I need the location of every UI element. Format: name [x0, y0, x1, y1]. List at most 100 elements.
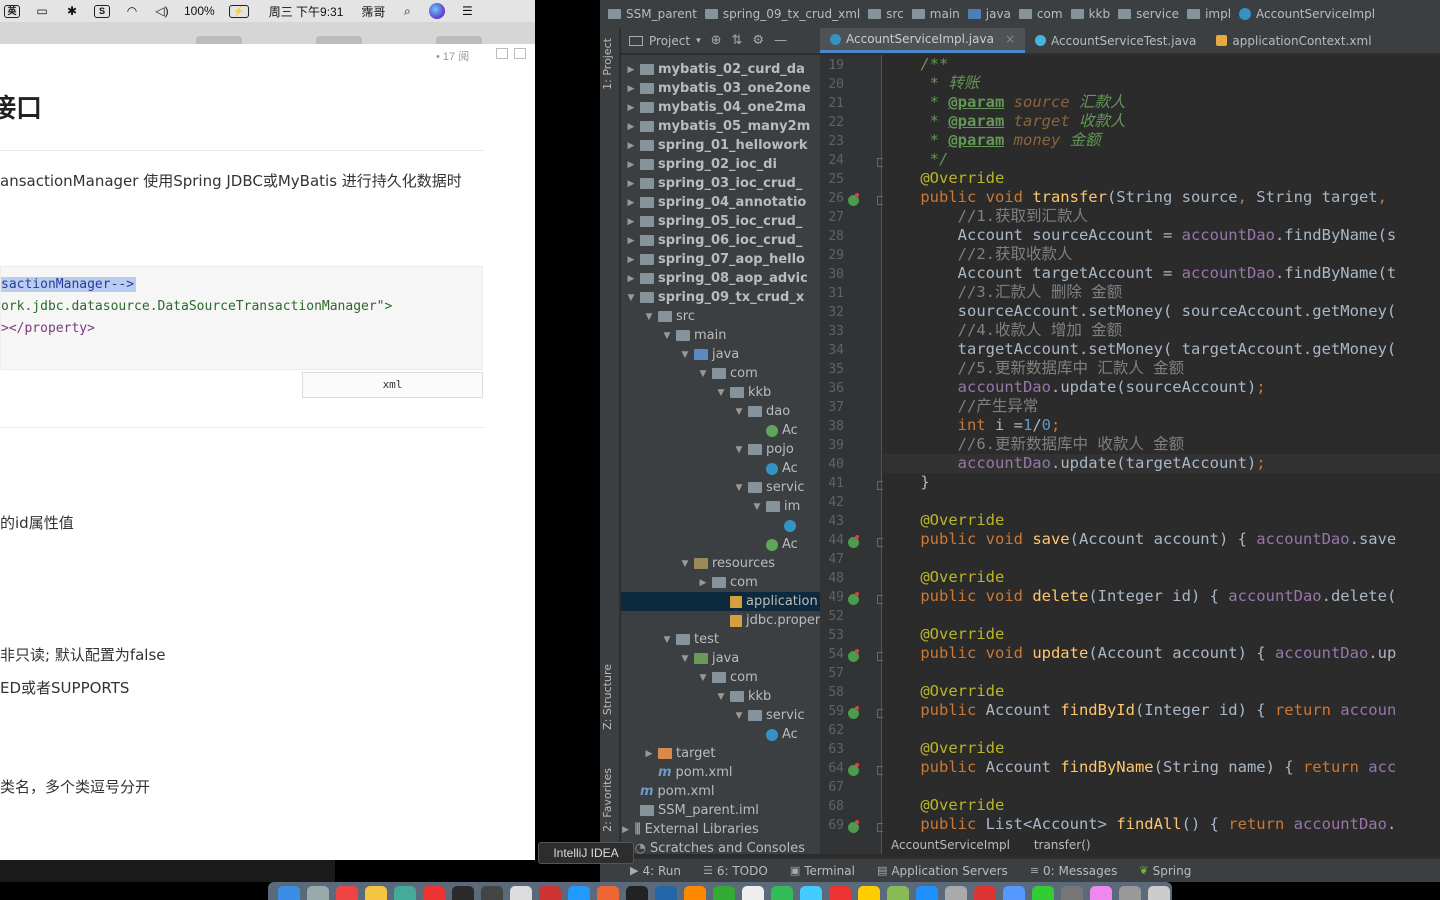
dock-app-icon[interactable] [597, 886, 619, 900]
messages-tool-button[interactable]: ≡ 0: Messages [1030, 864, 1118, 878]
tree-item[interactable]: ◔ Scratches and Consoles [621, 839, 805, 854]
tree-item[interactable]: ▼ pojo [733, 440, 794, 459]
chevron-down-icon[interactable]: ▼ [715, 388, 727, 398]
dock-app-icon[interactable] [974, 886, 996, 900]
dock-app-icon[interactable] [510, 886, 532, 900]
tree-item[interactable]: ▼ java [679, 345, 740, 364]
dock-app-icon[interactable] [1032, 886, 1054, 900]
tree-item[interactable]: Ac [751, 421, 798, 440]
code-editor[interactable]: /** * 转账 * @param source 汇款人 * @param ta… [883, 55, 1440, 838]
tab-applicationcontext[interactable]: applicationContext.xml [1206, 28, 1381, 53]
breadcrumb-item[interactable]: java [967, 7, 1011, 21]
tree-item[interactable]: ▼ test [661, 630, 719, 649]
tree-item[interactable]: ▼ com [697, 364, 758, 383]
chevron-down-icon[interactable]: ▼ [697, 369, 709, 379]
chevron-right-icon[interactable]: ▶ [625, 84, 637, 94]
tree-item[interactable]: ▶ mybatis_05_many2m [625, 117, 811, 136]
chevron-down-icon[interactable]: ▼ [751, 502, 763, 512]
chevron-right-icon[interactable]: ▶ [625, 217, 637, 227]
implements-method-icon[interactable] [848, 763, 859, 776]
implements-method-icon[interactable] [848, 592, 859, 605]
tree-item[interactable]: ▼ servic [733, 706, 805, 725]
battery-icon[interactable]: ⚡ [228, 4, 249, 18]
dock-app-icon[interactable] [307, 886, 329, 900]
bluetooth-icon[interactable]: ✱ [64, 4, 80, 18]
chevron-right-icon[interactable]: ▶ [621, 825, 632, 835]
tree-item[interactable]: ▶ spring_07_aop_hello [625, 250, 805, 269]
implements-method-icon[interactable] [848, 193, 859, 206]
dock-app-icon[interactable] [452, 886, 474, 900]
breadcrumb-item[interactable]: com [1018, 7, 1063, 21]
dock-app-icon[interactable] [365, 886, 387, 900]
list-icon[interactable]: ☰ [459, 4, 475, 18]
tree-item[interactable]: ▶ spring_05_ioc_crud_ [625, 212, 803, 231]
tab-accountservicetest[interactable]: AccountServiceTest.java [1025, 28, 1206, 53]
dock-app-icon[interactable] [713, 886, 735, 900]
tree-item[interactable]: m pom.xml [643, 763, 733, 782]
tree-item[interactable]: ▼ main [661, 326, 727, 345]
implements-method-icon[interactable] [848, 820, 859, 833]
structure-tool-button[interactable]: Z: Structure [601, 664, 614, 730]
tree-item[interactable]: ▶ target [643, 744, 716, 763]
chevron-down-icon[interactable]: ▼ [733, 445, 745, 455]
chevron-down-icon[interactable]: ▼ [733, 407, 745, 417]
tree-item[interactable]: ▼ java [679, 649, 740, 668]
dock-app-icon[interactable] [423, 886, 445, 900]
tree-item[interactable]: ▶ ⫼ External Libraries [621, 820, 759, 839]
spring-tool-button[interactable]: ❦ Spring [1139, 864, 1191, 878]
dock-app-icon[interactable] [568, 886, 590, 900]
dock-app-icon[interactable] [916, 886, 938, 900]
chevron-down-icon[interactable]: ▼ [661, 635, 673, 645]
chevron-down-icon[interactable]: ▼ [697, 673, 709, 683]
chevron-right-icon[interactable]: ▶ [625, 179, 637, 189]
chevron-down-icon[interactable]: ▼ [643, 312, 655, 322]
run-tool-button[interactable]: ▶ 4: Run [630, 864, 681, 878]
dock-app-icon[interactable] [684, 886, 706, 900]
tree-item[interactable]: ▼ src [643, 307, 695, 326]
breadcrumb-method[interactable]: transfer() [1034, 838, 1091, 852]
dock-app-icon[interactable] [771, 886, 793, 900]
implements-method-icon[interactable] [848, 706, 859, 719]
tree-item[interactable]: application [621, 592, 820, 611]
project-view-dropdown[interactable]: Project [649, 34, 690, 48]
tree-item[interactable]: Ac [751, 535, 798, 554]
dock-app-icon[interactable] [945, 886, 967, 900]
tree-item[interactable]: ▶ mybatis_02_curd_da [625, 60, 805, 79]
tree-item[interactable]: SSM_parent.iml [625, 801, 759, 820]
breadcrumb-item[interactable]: SSM_parent [608, 7, 697, 21]
screen-icon[interactable]: ▭ [34, 4, 50, 18]
todo-tool-button[interactable]: ☰ 6: TODO [703, 864, 768, 878]
search-icon[interactable]: ⌕ [399, 4, 415, 18]
collapse-icon[interactable]: ⇅ [732, 33, 743, 48]
dock-app-icon[interactable] [1090, 886, 1112, 900]
chevron-down-icon[interactable]: ▼ [625, 293, 637, 303]
user-name[interactable]: 霈哥 [361, 3, 385, 20]
chevron-right-icon[interactable]: ▶ [625, 236, 637, 246]
breadcrumb-item[interactable]: service [1118, 7, 1179, 21]
chevron-right-icon[interactable]: ▶ [625, 103, 637, 113]
favorites-tool-button[interactable]: 2: Favorites [601, 768, 614, 832]
tree-item[interactable]: ▶ spring_03_ioc_crud_ [625, 174, 803, 193]
chevron-down-icon[interactable]: ▼ [715, 692, 727, 702]
tree-item[interactable] [769, 516, 800, 535]
layout-list-icon[interactable] [496, 48, 508, 59]
tree-item[interactable]: ▼ servic [733, 478, 805, 497]
chevron-down-icon[interactable]: ▾ [696, 36, 701, 46]
tree-item[interactable]: ▼ kkb [715, 687, 772, 706]
dock-app-icon[interactable] [481, 886, 503, 900]
chevron-down-icon[interactable]: ▼ [733, 483, 745, 493]
project-tool-button[interactable]: 1: Project [601, 38, 614, 90]
breadcrumb-item[interactable]: AccountServiceImpl [1239, 7, 1375, 21]
tree-item[interactable]: ▶ spring_08_aop_advic [625, 269, 808, 288]
dock-app-icon[interactable] [1003, 886, 1025, 900]
chevron-right-icon[interactable]: ▶ [625, 160, 637, 170]
tree-item[interactable]: jdbc.proper [715, 611, 820, 630]
layout-split-icon[interactable] [514, 48, 526, 59]
chinese-input-icon[interactable]: 英 [4, 4, 20, 18]
dock-app-icon[interactable] [1119, 886, 1141, 900]
dock-app-icon[interactable] [394, 886, 416, 900]
tree-item[interactable]: ▼ im [751, 497, 801, 516]
tab-accountserviceimpl[interactable]: AccountServiceImpl.java × [820, 28, 1025, 53]
chevron-down-icon[interactable]: ▼ [733, 711, 745, 721]
chevron-down-icon[interactable]: ▼ [679, 559, 691, 569]
